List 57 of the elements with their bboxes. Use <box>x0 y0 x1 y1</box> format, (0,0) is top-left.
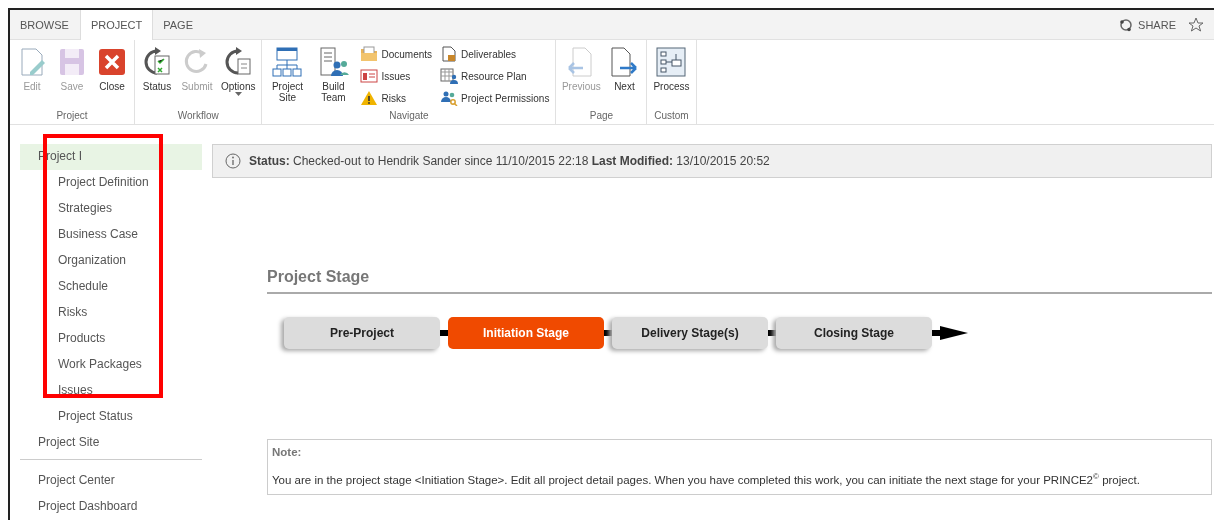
ribbon-button[interactable]: Issues <box>357 66 436 87</box>
ribbon-button[interactable]: Project Permissions <box>437 88 553 109</box>
ribbon-tab[interactable]: BROWSE <box>10 10 80 40</box>
calendar-person-icon <box>440 68 459 85</box>
nav-subitem[interactable]: Project Status <box>20 404 202 430</box>
note-text: You are in the project stage <Initiation Stage>. Edit all project detail pages. When you have completed this work, you can initiate the next stage for your PRINCE2$^{©}$ project. <box>272 472 1141 486</box>
flowchart-icon <box>655 46 688 79</box>
group-label: Custom <box>653 110 690 123</box>
nav-item[interactable]: Project Site <box>20 430 202 456</box>
server-people-icon <box>317 46 350 79</box>
nav-subitem[interactable]: Issues <box>20 378 202 404</box>
nav-subitem[interactable]: Schedule <box>20 274 202 300</box>
ribbon-button[interactable]: Documents <box>357 44 436 65</box>
ribbon-button[interactable]: Deliverables <box>437 44 553 65</box>
star-icon <box>1188 16 1204 33</box>
share-icon <box>1119 17 1134 32</box>
ribbon-button[interactable]: Close <box>93 42 131 110</box>
site-hierarchy-icon <box>271 46 304 79</box>
list-window-icon <box>360 68 379 85</box>
share-button[interactable]: SHARE <box>1111 10 1184 40</box>
stage-step[interactable]: Delivery Stage(s) <box>612 317 768 349</box>
ribbon-button[interactable]: Risks <box>357 88 436 109</box>
warning-icon <box>360 90 379 107</box>
ribbon-button[interactable]: Project Site <box>265 42 310 110</box>
ribbon-tab[interactable]: PAGE <box>153 10 204 40</box>
nav-subitem[interactable]: Business Case <box>20 222 202 248</box>
group-label: Navigate <box>388 110 430 123</box>
group-label: Workflow <box>176 110 220 123</box>
document-box-icon <box>440 46 459 63</box>
nav-item[interactable]: Project Center <box>20 468 202 494</box>
nav-subitem[interactable]: Strategies <box>20 196 202 222</box>
nav-item[interactable]: Project Dashboard <box>20 494 202 520</box>
section-heading: Project Stage <box>267 268 1212 294</box>
ribbon-button[interactable]: Process <box>650 42 693 110</box>
stage-step[interactable]: Pre-Project <box>284 317 440 349</box>
status-text: Status: Checked-out to Hendrik Sander since 11/10/2015 22:18 Last Modified: 13/10/2015 20:52 <box>249 154 770 168</box>
ribbon-button[interactable]: Next <box>605 42 644 110</box>
info-icon <box>225 153 241 169</box>
folder-icon <box>360 46 379 63</box>
nav-subitem[interactable]: Project Definition <box>20 170 202 196</box>
caret-icon <box>234 92 242 98</box>
nav-subitem[interactable]: Risks <box>20 300 202 326</box>
ribbon-button[interactable]: Status <box>138 42 176 110</box>
ribbon-button[interactable]: Build Team <box>311 42 356 110</box>
arrow-drawing <box>932 325 968 341</box>
stage-step[interactable]: Closing Stage <box>776 317 932 349</box>
stage-step[interactable]: Initiation Stage <box>448 317 604 349</box>
group-label: Project <box>55 110 89 123</box>
group-label: Page <box>588 110 615 123</box>
ribbon-button[interactable]: Options <box>218 42 259 110</box>
nav-subitem[interactable]: Organization <box>20 248 202 274</box>
ribbon-tab[interactable]: PROJECT <box>79 10 154 41</box>
nav-subitem[interactable]: Products <box>20 326 202 352</box>
nav-subitem[interactable]: Work Packages <box>20 352 202 378</box>
people-key-icon <box>440 90 459 107</box>
ribbon-button[interactable]: Resource Plan <box>437 66 553 87</box>
note-title: Note: <box>272 446 303 458</box>
